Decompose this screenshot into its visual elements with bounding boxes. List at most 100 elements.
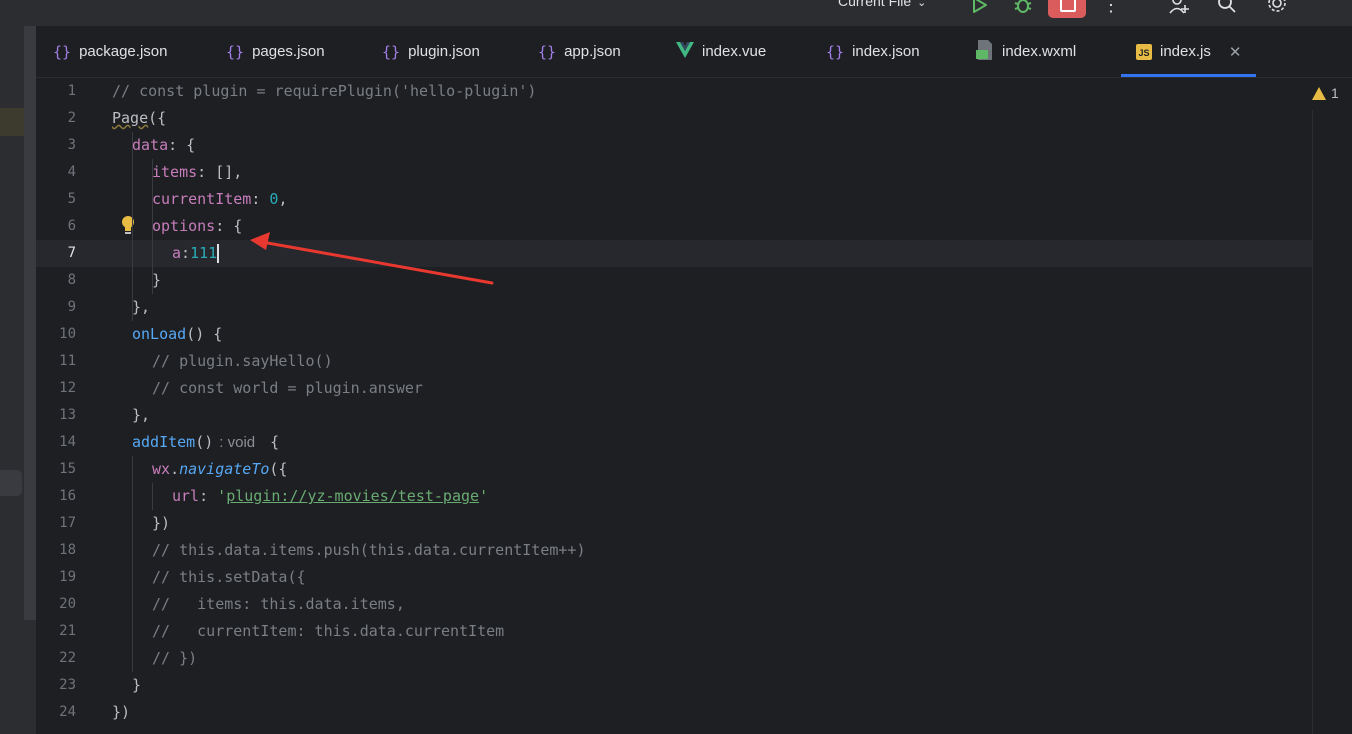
main-toolbar: Current File ⌄ ⋮	[0, 0, 1352, 26]
js-file-icon: JS	[1136, 43, 1152, 60]
warning-count: 1	[1331, 85, 1339, 101]
code-line-6: options: {	[152, 217, 243, 235]
line-number: 10	[59, 326, 76, 342]
tab-app-json[interactable]: {} app.json	[538, 26, 621, 77]
line-number: 13	[59, 407, 76, 423]
line-number: 14	[59, 434, 76, 450]
current-line-highlight	[36, 240, 1312, 267]
code-line-12: // const world = plugin.answer	[152, 379, 423, 397]
code-line-1: // const plugin = requirePlugin('hello-p…	[112, 82, 537, 100]
editor-tabs: {} package.json {} pages.json {} plugin.jso…	[36, 26, 1352, 78]
code-line-2: Page({	[112, 109, 167, 127]
warning-icon	[1312, 86, 1326, 100]
code-line-19: // this.setData({	[152, 568, 306, 586]
text-caret	[217, 244, 220, 263]
line-number: 9	[67, 299, 76, 315]
tab-label: index.vue	[702, 43, 767, 60]
run-icon	[973, 0, 987, 13]
json-braces-icon: {}	[538, 42, 557, 61]
line-number: 24	[59, 704, 76, 720]
line-number: 4	[67, 164, 76, 180]
line-number: 5	[67, 191, 76, 207]
code-line-5: currentItem: 0,	[152, 190, 288, 208]
type-inlay-hint: : void	[219, 434, 256, 451]
tab-package-json[interactable]: {} package.json	[53, 26, 167, 77]
tab-pages-json[interactable]: {} pages.json	[226, 26, 325, 77]
tab-label: package.json	[79, 43, 168, 60]
settings-button[interactable]	[1264, 0, 1290, 18]
line-number: 12	[59, 380, 76, 396]
gear-icon	[1268, 0, 1286, 12]
code-line-16: url: 'plugin://yz-movies/test-page'	[172, 487, 489, 505]
lightbulb-icon[interactable]	[120, 215, 136, 240]
code-line-17: })	[152, 514, 171, 532]
add-user-icon	[1169, 0, 1189, 14]
url-link[interactable]: plugin://yz-movies/test-page	[226, 487, 479, 505]
code-line-9: },	[132, 298, 151, 316]
project-panel-edge	[0, 26, 36, 734]
line-number: 23	[59, 677, 76, 693]
inspection-widget[interactable]: 1	[1312, 85, 1339, 101]
line-number-current: 7	[67, 245, 76, 261]
tab-index-json[interactable]: {} index.json	[826, 26, 920, 77]
line-number: 8	[67, 272, 76, 288]
tab-label: index.json	[852, 43, 920, 60]
indent-guide	[132, 132, 133, 321]
code-line-8: }	[152, 271, 162, 289]
code-line-13: },	[132, 406, 151, 424]
code-line-4: items: [],	[152, 163, 243, 181]
line-number: 18	[59, 542, 76, 558]
code-line-23: }	[132, 676, 142, 694]
line-number: 22	[59, 650, 76, 666]
line-number-gutter: 1 2 3 4 5 6 7 8 9 10 11 12 13 14 15 16 1…	[36, 78, 98, 734]
line-number: 20	[59, 596, 76, 612]
code-line-15: wx.navigateTo({	[152, 460, 288, 478]
code-line-18: // this.data.items.push(this.data.curren…	[152, 541, 586, 559]
close-icon[interactable]: ✕	[1229, 43, 1242, 61]
bug-icon	[1014, 0, 1032, 13]
code-line-21: // currentItem: this.data.currentItem	[152, 622, 505, 640]
line-number: 3	[67, 137, 76, 153]
tab-label: index.wxml	[1002, 43, 1077, 60]
line-number: 15	[59, 461, 76, 477]
run-configuration-label: Current File	[838, 0, 912, 9]
code-editor[interactable]: 1 2 3 4 5 6 7 8 9 10 11 12 13 14 15 16 1…	[36, 78, 1352, 734]
json-braces-icon: {}	[826, 42, 845, 61]
line-number: 19	[59, 569, 76, 585]
tab-index-vue[interactable]: index.vue	[676, 26, 766, 77]
code-line-20: // items: this.data.items,	[152, 595, 405, 613]
code-line-22: // })	[152, 649, 198, 667]
indent-guide	[152, 483, 153, 510]
line-number: 11	[59, 353, 76, 369]
panel-tab[interactable]	[0, 470, 22, 496]
tab-index-wxml[interactable]: index.wxml	[976, 26, 1076, 77]
add-user-button[interactable]	[1166, 0, 1192, 18]
indent-guide	[132, 456, 133, 672]
code-line-11: // plugin.sayHello()	[152, 352, 333, 370]
stop-icon	[1060, 0, 1076, 12]
error-stripe	[1312, 110, 1313, 734]
chevron-down-icon: ⌄	[917, 0, 927, 9]
code-line-14: addItem(): void {	[132, 433, 280, 451]
search-button[interactable]	[1214, 0, 1240, 18]
run-configuration-selector[interactable]: Current File ⌄	[838, 0, 926, 9]
run-button[interactable]	[966, 0, 992, 18]
tab-label: pages.json	[252, 43, 325, 60]
json-braces-icon: {}	[53, 42, 72, 61]
tab-index-js[interactable]: JS index.js ✕	[1121, 26, 1257, 77]
code-line-10: onLoad() {	[132, 325, 223, 343]
line-number: 1	[67, 83, 76, 99]
line-number: 16	[59, 488, 76, 504]
tab-plugin-json[interactable]: {} plugin.json	[382, 26, 480, 77]
debug-button[interactable]	[1010, 0, 1036, 18]
stop-button[interactable]	[1048, 0, 1086, 18]
more-actions-button[interactable]: ⋮	[1098, 0, 1124, 18]
line-number: 2	[67, 110, 76, 126]
tab-label: app.json	[564, 43, 621, 60]
json-braces-icon: {}	[226, 42, 245, 61]
project-scrollbar[interactable]	[24, 26, 36, 620]
code-line-3: data: {	[132, 136, 196, 154]
line-number: 6	[67, 218, 76, 234]
code-line-24: })	[112, 703, 131, 721]
line-number: 17	[59, 515, 76, 531]
